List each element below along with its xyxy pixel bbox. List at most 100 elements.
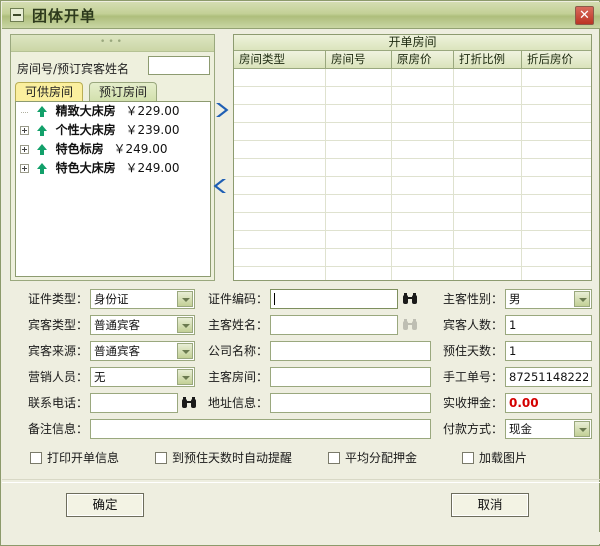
deposit-received-label: 实收押金： <box>442 396 503 410</box>
room-type-name: 特色标房 <box>55 142 104 156</box>
available-rooms-panel: ••• 房间号/预订宾客姓名 可供房间 预订房间 精致大床房 ￥229.00 个… <box>10 34 215 281</box>
main-guest-gender-value: 男 <box>509 292 521 306</box>
table-row[interactable] <box>234 195 591 213</box>
id-number-lookup-binoculars-icon[interactable] <box>402 292 418 306</box>
company-name-input[interactable] <box>270 341 431 361</box>
column-header-room-no[interactable]: 房间号 <box>326 51 392 69</box>
room-available-arrow-icon <box>36 125 48 136</box>
main-guest-room-label: 主客房间： <box>207 370 268 384</box>
room-available-arrow-icon <box>36 163 48 174</box>
room-search-input[interactable] <box>148 56 210 75</box>
manual-order-no-label: 手工单号： <box>442 370 503 384</box>
table-row[interactable] <box>234 177 591 195</box>
manual-order-no-input[interactable] <box>505 367 592 387</box>
grid-body[interactable] <box>234 69 591 280</box>
window-restore-icon[interactable] <box>10 8 24 22</box>
payment-method-select[interactable]: 现金 <box>505 419 592 439</box>
table-row[interactable] <box>234 249 591 267</box>
chevron-down-icon[interactable] <box>177 343 193 359</box>
table-row[interactable] <box>234 105 591 123</box>
guest-type-value: 普通宾客 <box>94 318 140 332</box>
remark-input[interactable] <box>90 419 431 439</box>
room-type-name: 特色大床房 <box>55 161 116 175</box>
main-guest-name-label: 主客姓名： <box>207 318 268 332</box>
room-available-arrow-icon <box>36 106 48 117</box>
contact-phone-lookup-binoculars-icon[interactable] <box>181 396 197 410</box>
remove-room-button[interactable] <box>210 175 232 197</box>
payment-method-value: 现金 <box>509 422 532 436</box>
cancel-button[interactable]: 取消 <box>451 493 529 517</box>
list-item[interactable]: 个性大床房 ￥239.00 <box>16 121 210 140</box>
table-row[interactable] <box>234 231 591 249</box>
table-row[interactable] <box>234 69 591 87</box>
list-item[interactable]: 特色大床房 ￥249.00 <box>16 159 210 178</box>
contact-phone-label: 联系电话： <box>27 396 88 410</box>
room-type-name: 个性大床房 <box>55 123 116 137</box>
checkbox-box[interactable] <box>328 452 340 464</box>
tree-expander-icon[interactable] <box>20 164 29 173</box>
table-row[interactable] <box>234 123 591 141</box>
checkbox-box[interactable] <box>155 452 167 464</box>
column-header-discount-ratio[interactable]: 打折比例 <box>454 51 522 69</box>
chevron-down-icon[interactable] <box>177 369 193 385</box>
id-type-select[interactable]: 身份证 <box>90 289 195 309</box>
text-caret <box>274 293 275 305</box>
checkbox-average-deposit-allocation[interactable]: 平均分配押金 <box>328 449 417 467</box>
deposit-received-input[interactable]: 0.00 <box>505 393 592 413</box>
checkbox-box[interactable] <box>30 452 42 464</box>
guest-count-input[interactable] <box>505 315 592 335</box>
chevron-down-icon[interactable] <box>177 317 193 333</box>
main-guest-room-input[interactable] <box>270 367 431 387</box>
room-available-arrow-icon <box>36 144 48 155</box>
room-type-name: 精致大床房 <box>55 104 116 118</box>
chevron-down-icon[interactable] <box>574 291 590 307</box>
id-type-value: 身份证 <box>94 292 129 306</box>
guest-type-select[interactable]: 普通宾客 <box>90 315 195 335</box>
stay-days-input[interactable] <box>505 341 592 361</box>
guest-source-select[interactable]: 普通宾客 <box>90 341 195 361</box>
table-row[interactable] <box>234 87 591 105</box>
table-row[interactable] <box>234 267 591 280</box>
checkbox-auto-remind-on-stay-days[interactable]: 到预住天数时自动提醒 <box>155 449 292 467</box>
main-guest-name-input[interactable] <box>270 315 398 335</box>
chevron-down-icon[interactable] <box>177 291 193 307</box>
tree-expander-icon[interactable] <box>20 126 29 135</box>
column-header-room-type[interactable]: 房间类型 <box>234 51 326 69</box>
room-type-price: ￥239.00 <box>125 123 180 137</box>
address-info-input[interactable] <box>270 393 431 413</box>
table-row[interactable] <box>234 213 591 231</box>
id-number-input[interactable] <box>270 289 398 309</box>
column-header-final-price[interactable]: 折后房价 <box>522 51 591 69</box>
id-number-label: 证件编码： <box>207 292 268 306</box>
main-guest-gender-select[interactable]: 男 <box>505 289 592 309</box>
room-type-tree[interactable]: 精致大床房 ￥229.00 个性大床房 ￥239.00 特色标房 ￥249.00… <box>15 101 211 277</box>
room-type-price: ￥249.00 <box>113 142 168 156</box>
checkbox-print-checkin-info[interactable]: 打印开单信息 <box>30 449 119 467</box>
list-item[interactable]: 精致大床房 ￥229.00 <box>16 102 210 121</box>
close-button[interactable]: ✕ <box>575 6 594 25</box>
grid-title: 开单房间 <box>234 35 591 51</box>
room-type-price: ￥229.00 <box>125 104 180 118</box>
checkbox-load-image[interactable]: 加载图片 <box>462 449 527 467</box>
ok-button[interactable]: 确定 <box>66 493 144 517</box>
chevron-right-icon <box>216 103 229 117</box>
sales-person-select[interactable]: 无 <box>90 367 195 387</box>
room-search-row: 房间号/预订宾客姓名 <box>15 55 210 81</box>
stay-days-label: 预住天数： <box>442 344 503 358</box>
sales-person-label: 营销人员： <box>27 370 88 384</box>
tree-expander-icon[interactable] <box>20 145 29 154</box>
table-row[interactable] <box>234 141 591 159</box>
column-header-original-price[interactable]: 原房价 <box>392 51 454 69</box>
chevron-down-icon[interactable] <box>574 421 590 437</box>
list-item[interactable]: 特色标房 ￥249.00 <box>16 140 210 159</box>
tree-expander-icon[interactable] <box>20 107 29 116</box>
table-row[interactable] <box>234 159 591 177</box>
group-checkin-dialog: 团体开单 ✕ ••• 房间号/预订宾客姓名 可供房间 预订房间 精致大床房 ￥2… <box>0 0 600 546</box>
checkbox-box[interactable] <box>462 452 474 464</box>
tab-available-rooms[interactable]: 可供房间 <box>15 82 84 101</box>
guest-source-label: 宾客来源： <box>27 344 88 358</box>
add-room-button[interactable] <box>210 99 232 121</box>
options-row: 打印开单信息 到预住天数时自动提醒 平均分配押金 加载图片 <box>10 449 592 471</box>
contact-phone-input[interactable] <box>90 393 178 413</box>
tab-reserved-rooms[interactable]: 预订房间 <box>89 82 158 101</box>
